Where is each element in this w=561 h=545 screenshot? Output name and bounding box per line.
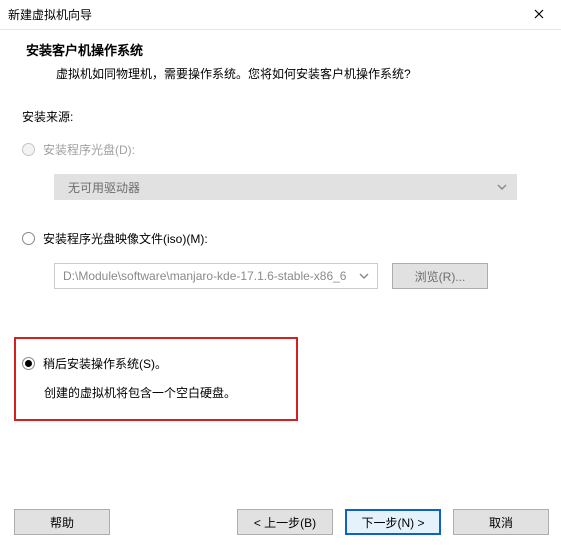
disc-dropdown-text: 无可用驱动器 [68,179,140,196]
page-title: 安装客户机操作系统 [0,30,561,63]
browse-label: 浏览(R)... [415,268,466,285]
disc-dropdown: 无可用驱动器 [54,174,517,200]
source-label: 安装来源: [0,100,561,139]
option-disc-label: 安装程序光盘(D): [43,141,135,158]
browse-button: 浏览(R)... [392,263,488,289]
help-label: 帮助 [50,514,74,531]
back-label: < 上一步(B) [254,514,316,531]
next-label: 下一步(N) > [361,514,424,531]
chevron-down-icon [359,273,369,279]
option-later-label: 稍后安装操作系统(S)。 [43,355,167,372]
help-button[interactable]: 帮助 [14,509,110,535]
iso-controls: D:\Module\software\manjaro-kde-17.1.6-st… [54,263,561,289]
option-later-hint: 创建的虚拟机将包含一个空白硬盘。 [22,384,292,401]
option-later-row[interactable]: 稍后安装操作系统(S)。 [22,355,292,384]
radio-later[interactable] [22,357,35,370]
titlebar: 新建虚拟机向导 [0,0,561,30]
option-later-highlight: 稍后安装操作系统(S)。 创建的虚拟机将包含一个空白硬盘。 [14,337,298,421]
cancel-button[interactable]: 取消 [453,509,549,535]
option-disc-row: 安装程序光盘(D): [0,139,561,168]
footer: 帮助 < 上一步(B) 下一步(N) > 取消 [0,509,561,535]
iso-path-input[interactable]: D:\Module\software\manjaro-kde-17.1.6-st… [54,263,378,289]
close-button[interactable] [517,0,561,30]
page-subtitle: 虚拟机如同物理机，需要操作系统。您将如何安装客户机操作系统? [0,63,561,100]
window-title: 新建虚拟机向导 [8,6,92,23]
close-icon [534,8,544,22]
chevron-down-icon [497,184,507,190]
radio-disc [22,143,35,156]
option-iso-label: 安装程序光盘映像文件(iso)(M): [43,230,208,247]
iso-path-text: D:\Module\software\manjaro-kde-17.1.6-st… [63,269,346,283]
radio-iso[interactable] [22,232,35,245]
back-button[interactable]: < 上一步(B) [237,509,333,535]
next-button[interactable]: 下一步(N) > [345,509,441,535]
cancel-label: 取消 [489,514,513,531]
option-iso-row[interactable]: 安装程序光盘映像文件(iso)(M): [0,228,561,257]
